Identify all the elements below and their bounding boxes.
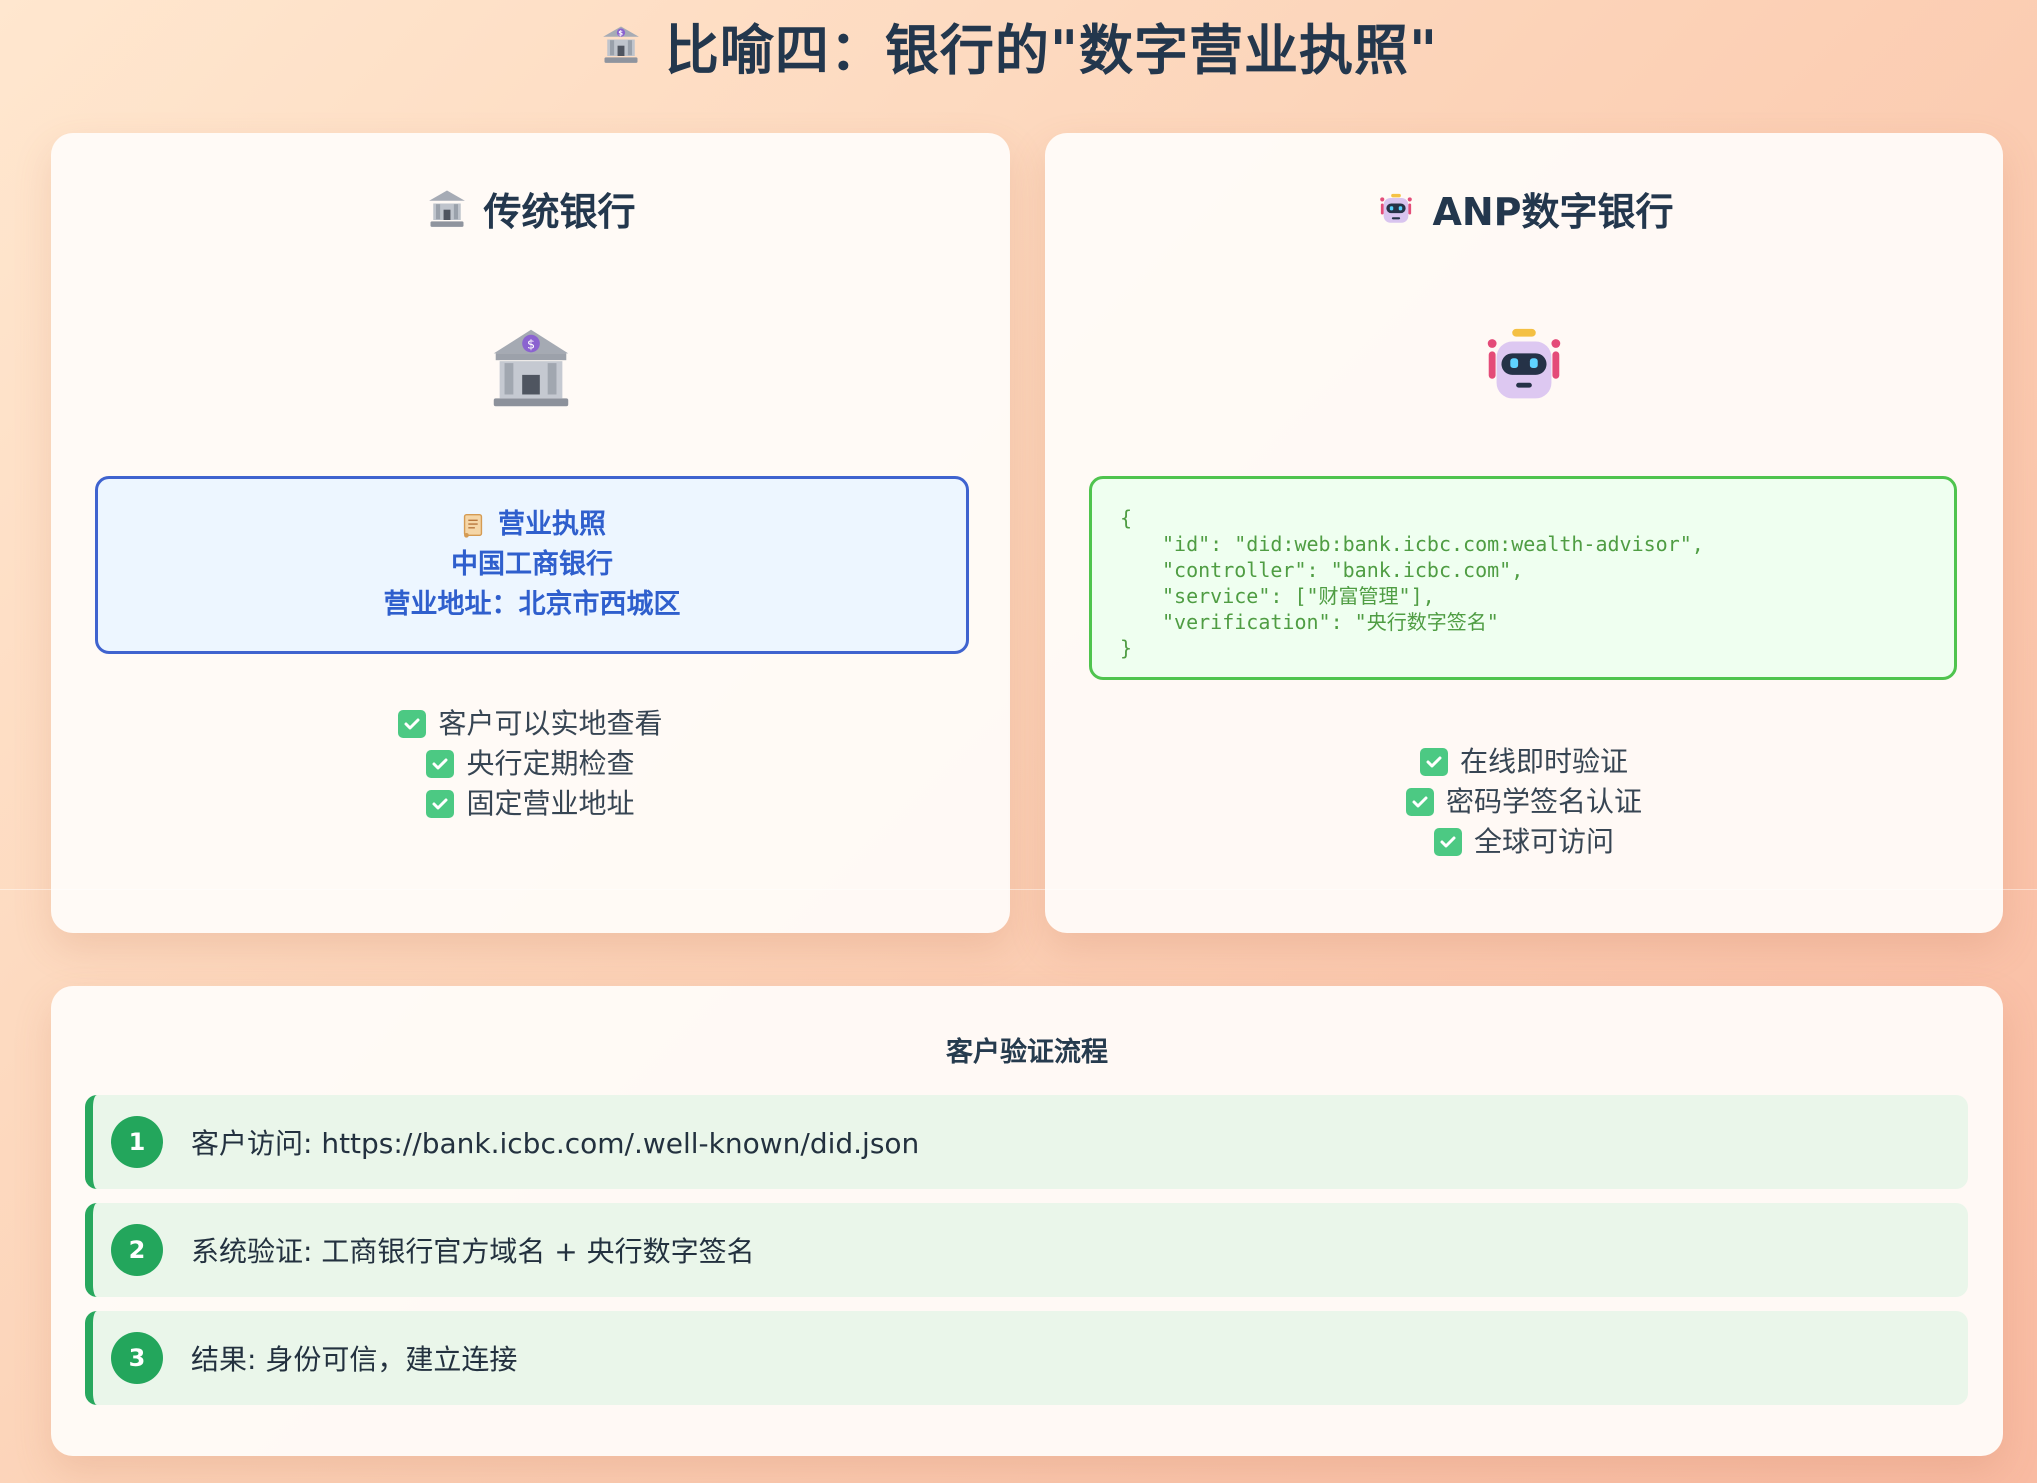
- step-number-badge: 3: [111, 1332, 163, 1384]
- bank-icon: $: [493, 329, 568, 407]
- check-text: 固定营业地址: [466, 787, 635, 820]
- traditional-bank-card: 传统银行 $ 营业执照 中国工商银行 营业地址：北京市西城区 客户可以实地查看 …: [51, 133, 1010, 933]
- scroll-icon: [463, 513, 483, 538]
- checkmark-icon: [398, 710, 427, 738]
- bank-icon: [429, 189, 466, 227]
- step-text: 系统验证: 工商银行官方域名 + 央行数字签名: [191, 1235, 755, 1268]
- page-title: $ 比喻四：银行的"数字营业执照": [0, 8, 2037, 82]
- check-item: 固定营业地址: [426, 787, 635, 820]
- check-text: 密码学签名认证: [1445, 785, 1642, 818]
- checkmark-icon: [426, 790, 455, 818]
- checkmark-icon: [1419, 748, 1448, 776]
- verification-flow-card: 客户验证流程 1 客户访问: https://bank.icbc.com/.we…: [51, 986, 2003, 1456]
- robot-icon: [1487, 328, 1561, 399]
- license-address: 营业地址：北京市西城区: [383, 589, 681, 620]
- svg-text:$: $: [618, 29, 623, 37]
- check-text: 央行定期检查: [466, 747, 635, 780]
- checkmark-icon: [1433, 828, 1462, 856]
- license-bank-name: 中国工商银行: [451, 549, 613, 580]
- check-text: 在线即时验证: [1459, 745, 1628, 778]
- traditional-bank-heading-text: 传统银行: [483, 190, 636, 234]
- step-text: 客户访问: https://bank.icbc.com/.well-known/…: [191, 1127, 920, 1160]
- check-text: 全球可访问: [1473, 825, 1614, 858]
- step-number-badge: 1: [111, 1116, 163, 1168]
- section-divider: [0, 889, 2037, 890]
- page-title-text: 比喻四：银行的"数字营业执照": [664, 18, 1439, 82]
- json-id-line: "id": "did:web:bank.icbc.com:wealth-advi…: [1162, 532, 1704, 556]
- json-verification-line: "verification": "央行数字签名": [1162, 610, 1499, 634]
- flow-title: 客户验证流程: [946, 1037, 1108, 1068]
- did-json-box: { "id": "did:web:bank.icbc.com:wealth-adv…: [1089, 476, 1957, 680]
- svg-text:$: $: [526, 337, 534, 352]
- checkmark-icon: [426, 750, 455, 778]
- traditional-bank-heading: 传统银行: [51, 181, 1010, 236]
- traditional-check-list: 客户可以实地查看 央行定期检查 固定营业地址: [51, 709, 1010, 819]
- checkmark-icon: [1405, 788, 1434, 816]
- check-item: 客户可以实地查看: [398, 707, 663, 740]
- business-license-box: 营业执照 中国工商银行 营业地址：北京市西城区: [95, 476, 969, 654]
- license-title-row: 营业执照: [458, 505, 606, 545]
- json-close-brace: }: [1120, 636, 1133, 660]
- check-text: 客户可以实地查看: [438, 707, 663, 740]
- step-number-badge: 2: [111, 1224, 163, 1276]
- step-text: 结果: 身份可信，建立连接: [191, 1343, 518, 1376]
- json-controller-line: "controller": "bank.icbc.com",: [1162, 558, 1524, 582]
- bank-icon: $: [602, 26, 639, 63]
- anp-bank-heading: ANP数字银行: [1045, 181, 2003, 236]
- check-item: 全球可访问: [1433, 825, 1614, 858]
- flow-step: 3 结果: 身份可信，建立连接: [85, 1311, 1968, 1405]
- flow-step: 2 系统验证: 工商银行官方域名 + 央行数字签名: [85, 1203, 1968, 1297]
- anp-bank-heading-text: ANP数字银行: [1432, 190, 1674, 234]
- license-title: 营业执照: [498, 509, 606, 540]
- anp-bank-card: ANP数字银行 { "id": "did:web:bank.icbc.com:we…: [1045, 133, 2003, 933]
- flow-step: 1 客户访问: https://bank.icbc.com/.well-know…: [85, 1095, 1968, 1189]
- check-item: 央行定期检查: [426, 747, 635, 780]
- json-service-line: "service": ["财富管理"],: [1162, 584, 1435, 608]
- robot-icon: [1380, 193, 1413, 223]
- check-item: 密码学签名认证: [1405, 785, 1642, 818]
- check-item: 在线即时验证: [1419, 745, 1628, 778]
- anp-check-list: 在线即时验证 密码学签名认证 全球可访问: [1045, 747, 2003, 857]
- json-open-brace: {: [1120, 506, 1133, 530]
